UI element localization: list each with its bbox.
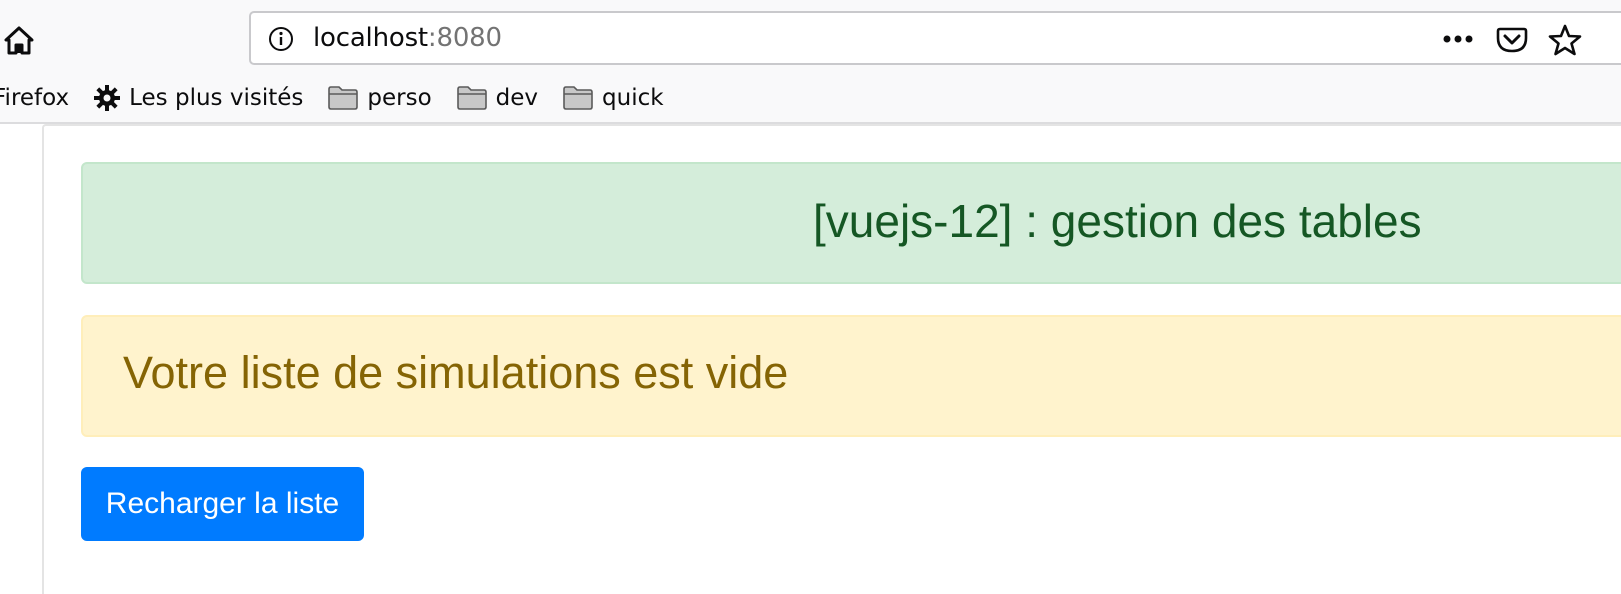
empty-list-alert: Votre liste de simulations est vide — [81, 315, 1621, 437]
bookmark-folder-quick[interactable]: quick — [562, 85, 664, 111]
url-host: localhost — [313, 23, 428, 53]
bookmark-label: dev — [495, 85, 539, 111]
gear-icon — [94, 85, 121, 111]
url-text[interactable]: localhost:8080 — [313, 23, 502, 53]
bookmarks-toolbar: Firefox Les plus visités perso dev quick — [0, 80, 688, 116]
bookmark-folder-perso[interactable]: perso — [327, 85, 432, 111]
bookmark-star-icon[interactable] — [1548, 23, 1582, 57]
url-port: :8080 — [427, 23, 502, 53]
bookmark-label: perso — [367, 85, 432, 111]
address-bar[interactable]: localhost:8080 — [249, 11, 1621, 65]
bookmark-firefox[interactable]: Firefox — [0, 85, 69, 111]
home-button[interactable] — [0, 20, 38, 60]
header-alert: [vuejs-12] : gestion des tables — [81, 162, 1621, 284]
folder-icon — [563, 86, 593, 110]
home-icon — [4, 26, 34, 55]
folder-icon — [328, 86, 359, 110]
reload-list-button[interactable]: Recharger la liste — [81, 467, 364, 541]
browser-toolbar: localhost:8080 Firefox Les plus visités … — [0, 0, 1621, 124]
bookmark-folder-dev[interactable]: dev — [456, 85, 538, 111]
page-actions-more-icon[interactable] — [1441, 27, 1477, 51]
bookmark-label: quick — [602, 85, 664, 111]
empty-list-message: Votre liste de simulations est vide — [123, 347, 789, 398]
bookmark-label: Firefox — [0, 85, 70, 111]
pocket-icon[interactable] — [1496, 23, 1528, 55]
info-icon[interactable] — [267, 25, 295, 53]
folder-icon — [456, 86, 487, 110]
bookmark-most-visited[interactable]: Les plus visités — [93, 84, 303, 112]
page-title: [vuejs-12] : gestion des tables — [813, 195, 1422, 247]
bookmark-label: Les plus visités — [129, 85, 304, 111]
